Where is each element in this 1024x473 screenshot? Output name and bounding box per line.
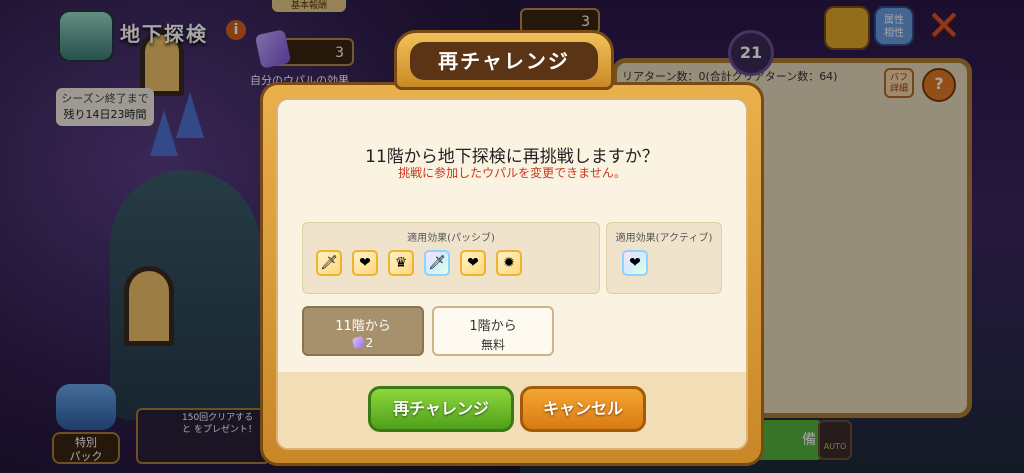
dialog-title: 再チャレンジ	[410, 42, 598, 80]
sword-icon[interactable]: 🗡	[316, 250, 342, 276]
option-1-cost: 無料	[480, 338, 505, 352]
crown-icon[interactable]: ♛	[388, 250, 414, 276]
retry-from-floor-1-option[interactable]: 1階から 無料	[432, 306, 554, 356]
option-11-cost-value: 2	[365, 336, 374, 350]
retry-warning: 挑戦に参加したウパルを変更できません。	[398, 166, 626, 180]
retry-from-floor-11-option[interactable]: 11階から 2	[302, 306, 424, 356]
passive-effects-box: 適用効果(パッシブ)	[302, 222, 600, 294]
rainbow-heart-flower-icon[interactable]: ❤	[622, 250, 648, 276]
option-11-label: 11階から	[335, 319, 391, 334]
heart-flower-icon[interactable]: ❤	[352, 250, 378, 276]
option-11-cost: 2	[304, 335, 422, 350]
option-1-label: 1階から	[469, 319, 517, 334]
cancel-button[interactable]: キャンセル	[520, 386, 646, 432]
flame-icon[interactable]: ✹	[496, 250, 522, 276]
retry-button[interactable]: 再チャレンジ	[368, 386, 514, 432]
gem-icon	[351, 335, 365, 350]
heart-flower-icon[interactable]: ❤	[460, 250, 486, 276]
passive-effects-label: 適用効果(パッシブ)	[407, 233, 495, 244]
rainbow-sword-icon[interactable]: 🗡	[424, 250, 450, 276]
active-effects-label: 適用効果(アクティブ)	[615, 233, 713, 244]
